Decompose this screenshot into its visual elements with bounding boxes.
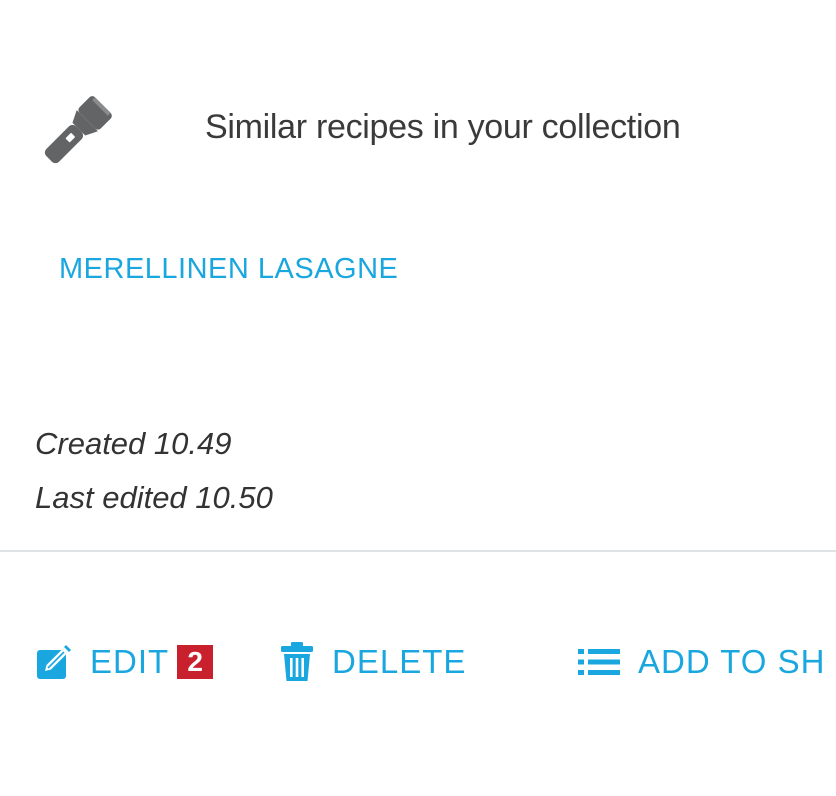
- list-icon: [578, 647, 620, 677]
- step-badge: 2: [177, 645, 214, 679]
- created-timestamp: Created 10.49: [35, 426, 232, 461]
- trash-icon: [280, 642, 314, 682]
- similar-recipes-header: [36, 92, 116, 172]
- last-edited-timestamp: Last edited 10.50: [35, 480, 273, 515]
- recipe-link-merellinen-lasagne[interactable]: MERELLINEN LASAGNE: [59, 253, 398, 286]
- delete-button[interactable]: DELETE: [280, 632, 466, 692]
- delete-label: DELETE: [332, 643, 467, 680]
- edit-icon: [36, 644, 72, 680]
- recipe-meta: Created 10.49 Last edited 10.50: [35, 417, 273, 525]
- flashlight-icon: [36, 92, 116, 172]
- add-to-shopping-list-button[interactable]: ADD TO SH: [578, 632, 826, 692]
- divider: [0, 550, 836, 552]
- add-to-shopping-list-label: ADD TO SH: [638, 643, 826, 680]
- similar-recipes-title: Similar recipes in your collection: [205, 108, 681, 146]
- action-bar: EDIT 2 DELETE ADD TO SH: [0, 632, 836, 692]
- edit-label: EDIT: [90, 643, 170, 680]
- edit-button[interactable]: EDIT 2: [36, 632, 214, 692]
